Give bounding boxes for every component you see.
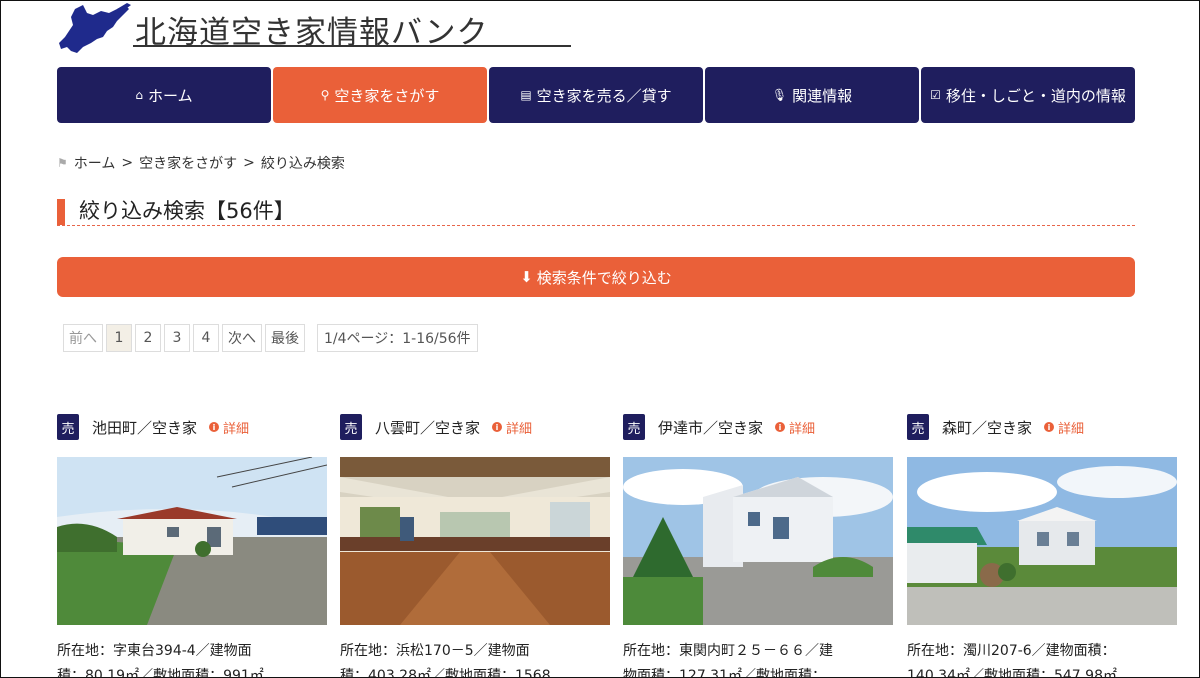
listing-photo[interactable] (907, 457, 1177, 625)
nav-search-houses[interactable]: ⚲ 空き家をさがす (273, 67, 487, 123)
listing-title[interactable]: 池田町／空き家 (92, 417, 197, 438)
pagination-last[interactable]: 最後 (265, 324, 305, 352)
pagination-prev[interactable]: 前へ (63, 324, 103, 352)
info-icon: i (775, 422, 786, 432)
breadcrumb-current: 絞り込み検索 (260, 156, 345, 172)
arrow-down-icon: ⬇ (520, 268, 533, 286)
page-heading: 絞り込み検索【56件】 (57, 195, 1135, 226)
sale-badge: 売 (340, 414, 362, 440)
listing-title[interactable]: 森町／空き家 (942, 417, 1032, 438)
filter-conditions-button[interactable]: ⬇ 検索条件で絞り込む (57, 257, 1135, 297)
pagination-page-1[interactable]: 1 (106, 324, 132, 352)
detail-label: 詳細 (789, 421, 816, 437)
flag-icon: ⚑ (57, 156, 68, 170)
microphone-icon: 🎙 (771, 88, 788, 102)
listing-title[interactable]: 伊達市／空き家 (658, 417, 763, 438)
pagination: 前へ 1 2 3 4 次へ 最後 (63, 324, 305, 352)
detail-link[interactable]: i 詳細 (1044, 418, 1084, 437)
description-line: 所在地：東関内町２５－６６／建 (623, 643, 833, 659)
description-line: 140.34㎡／敷地面積：547.98㎡ (907, 668, 1117, 678)
info-icon: i (1044, 422, 1055, 432)
nav-migration-label: 移住・しごと・道内の情報 (945, 86, 1126, 105)
listing-photo[interactable] (57, 457, 327, 625)
description-line: 積：403.28㎡／敷地面積：1568 (340, 668, 551, 678)
page-frame: 北海道空き家情報バンク ⌂ ホーム ⚲ 空き家をさがす ▤ 空き家を売る／貸す … (0, 0, 1200, 678)
pagination-info: 1/4ページ：1-16/56件 (317, 324, 478, 352)
pagination-page-3[interactable]: 3 (164, 324, 190, 352)
description-line: 物面積：127.31㎡／敷地面積： (623, 668, 826, 678)
description-line: 所在地：濁川207-6／建物面積： (907, 643, 1116, 659)
pagination-next[interactable]: 次へ (222, 324, 262, 352)
detail-label: 詳細 (1058, 421, 1085, 437)
nav-sell-rent[interactable]: ▤ 空き家を売る／貸す (489, 67, 703, 123)
site-logo[interactable]: 北海道空き家情報バンク (57, 3, 571, 55)
pagination-page-2[interactable]: 2 (135, 324, 161, 352)
filter-button-label: 検索条件で絞り込む (536, 268, 672, 287)
detail-label: 詳細 (223, 421, 250, 437)
home-icon: ⌂ (135, 88, 144, 102)
listing-description: 所在地：浜松170－5／建物面 積：403.28㎡／敷地面積：1568 (340, 639, 610, 678)
detail-link[interactable]: i 詳細 (775, 418, 815, 437)
sale-badge: 売 (907, 414, 929, 440)
main-nav: ⌂ ホーム ⚲ 空き家をさがす ▤ 空き家を売る／貸す 🎙 関連情報 ☑ 移住・… (57, 67, 1135, 123)
listing-card: 売 伊達市／空き家 i 詳細 所在地：東関内町２５－６６／建 物面積：127.3… (623, 413, 893, 677)
info-icon: i (209, 422, 220, 432)
nav-related-info[interactable]: 🎙 関連情報 (705, 67, 919, 123)
nav-migration-info[interactable]: ☑ 移住・しごと・道内の情報 (921, 67, 1135, 123)
checkbox-icon: ☑ (930, 88, 941, 102)
listing-card: 売 八雲町／空き家 i 詳細 所在地：浜松170－5／建物面 積：403.28㎡… (340, 413, 610, 677)
breadcrumb-home[interactable]: ホーム (74, 153, 116, 173)
sale-badge: 売 (57, 414, 79, 440)
breadcrumb-separator: > (243, 155, 255, 171)
nav-home-label: ホーム (148, 86, 193, 105)
listing-description: 所在地：濁川207-6／建物面積： 140.34㎡／敷地面積：547.98㎡ (907, 639, 1177, 678)
listing-card: 売 池田町／空き家 i 詳細 所在地：字東台394-4／建物面 積：80.19㎡… (57, 413, 327, 677)
description-line: 所在地：浜松170－5／建物面 (340, 643, 530, 659)
listing-description: 所在地：東関内町２５－６６／建 物面積：127.31㎡／敷地面積： (623, 639, 893, 678)
detail-label: 詳細 (506, 421, 533, 437)
description-line: 積：80.19㎡／敷地面積：991㎡ (57, 668, 264, 678)
listing-description: 所在地：字東台394-4／建物面 積：80.19㎡／敷地面積：991㎡ (57, 639, 327, 678)
page-title: 絞り込み検索【56件】 (79, 199, 295, 223)
listing-photo[interactable] (340, 457, 610, 625)
title-underline (133, 45, 571, 47)
detail-link[interactable]: i 詳細 (492, 418, 532, 437)
nav-home[interactable]: ⌂ ホーム (57, 67, 271, 123)
info-icon: i (492, 422, 503, 432)
listing-title[interactable]: 八雲町／空き家 (375, 417, 480, 438)
sale-badge: 売 (623, 414, 645, 440)
breadcrumb: ⚑ ホーム > 空き家をさがす > 絞り込み検索 (57, 153, 345, 173)
detail-link[interactable]: i 詳細 (209, 418, 249, 437)
nav-sell-label: 空き家を売る／貸す (536, 86, 672, 105)
breadcrumb-separator: > (121, 155, 134, 171)
listing-card: 売 森町／空き家 i 詳細 所在地：濁川207-6／建物面積： 140.34㎡／… (907, 413, 1177, 677)
document-icon: ▤ (520, 88, 532, 102)
listing-photo[interactable] (623, 457, 893, 625)
nav-search-label: 空き家をさがす (334, 86, 440, 105)
heading-accent-bar (57, 199, 65, 225)
search-icon: ⚲ (320, 88, 330, 102)
hokkaido-map-icon (59, 3, 131, 53)
breadcrumb-search[interactable]: 空き家をさがす (139, 153, 237, 173)
description-line: 所在地：字東台394-4／建物面 (57, 643, 252, 659)
pagination-page-4[interactable]: 4 (193, 324, 219, 352)
nav-related-label: 関連情報 (792, 86, 853, 105)
